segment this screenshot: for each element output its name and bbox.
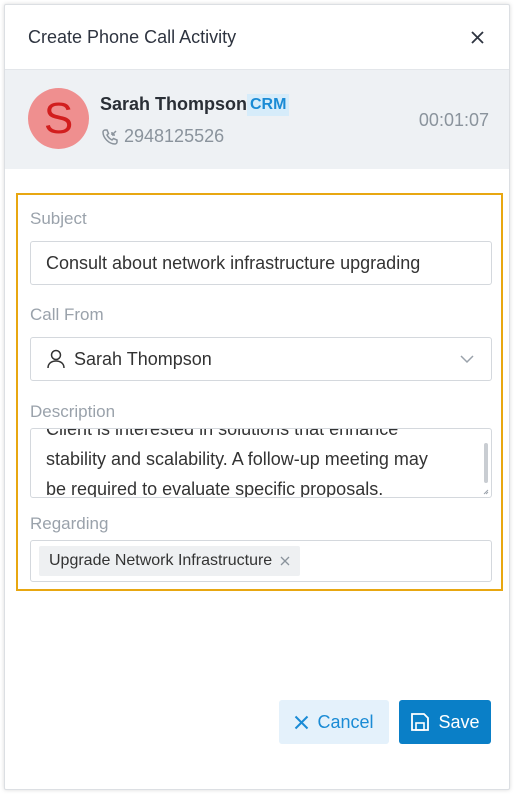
description-line: Client is interested in solutions that e… (46, 428, 399, 439)
user-icon (46, 349, 66, 369)
description-line: stability and scalability. A follow-up m… (46, 449, 428, 469)
call-from-select[interactable]: Sarah Thompson (30, 337, 492, 381)
call-duration: 00:01:07 (418, 110, 489, 130)
phone-row: 2948125526 (101, 126, 224, 147)
description-line: be required to evaluate specific proposa… (46, 479, 384, 498)
save-icon (410, 712, 430, 732)
dialog-title: Create Phone Call Activity (28, 26, 237, 47)
create-phone-call-dialog: Create Phone Call Activity S Sarah Thomp… (4, 4, 510, 790)
contact-card: S Sarah Thompson CRM 2948125526 00:01:07 (5, 69, 509, 169)
contact-name: Sarah Thompson (100, 94, 248, 114)
incoming-call-icon (102, 128, 118, 145)
description-textarea[interactable]: Client is interested in solutions that e… (30, 428, 492, 498)
close-icon (294, 715, 309, 730)
activity-form: Subject Consult about network infrastruc… (16, 193, 503, 591)
subject-value: Consult about network infrastructure upg… (46, 252, 421, 273)
crm-badge: CRM (247, 94, 290, 116)
regarding-input[interactable]: Upgrade Network Infrastructure (30, 540, 492, 582)
resize-handle-icon[interactable] (483, 489, 489, 495)
description-text: Client is interested in solutions that e… (46, 428, 471, 498)
close-icon (470, 30, 484, 44)
description-label: Description (30, 402, 116, 421)
avatar: S (28, 88, 89, 149)
save-button[interactable]: Save (399, 700, 491, 744)
subject-input[interactable]: Consult about network infrastructure upg… (30, 241, 492, 285)
call-from-label: Call From (30, 305, 104, 324)
call-from-value: Sarah Thompson (74, 348, 212, 369)
contact-phone: 2948125526 (124, 126, 225, 146)
remove-tag-icon[interactable] (280, 556, 290, 566)
cancel-button[interactable]: Cancel (279, 700, 389, 744)
close-button[interactable] (467, 27, 487, 47)
save-label: Save (438, 711, 480, 732)
regarding-label: Regarding (30, 514, 109, 533)
chevron-down-icon (459, 351, 475, 372)
description-scrollbar[interactable] (484, 443, 488, 483)
regarding-tag-label: Upgrade Network Infrastructure (49, 552, 273, 569)
subject-label: Subject (30, 209, 87, 228)
regarding-tag: Upgrade Network Infrastructure (39, 546, 301, 576)
dialog-header: Create Phone Call Activity (5, 5, 509, 69)
cancel-label: Cancel (317, 711, 374, 732)
